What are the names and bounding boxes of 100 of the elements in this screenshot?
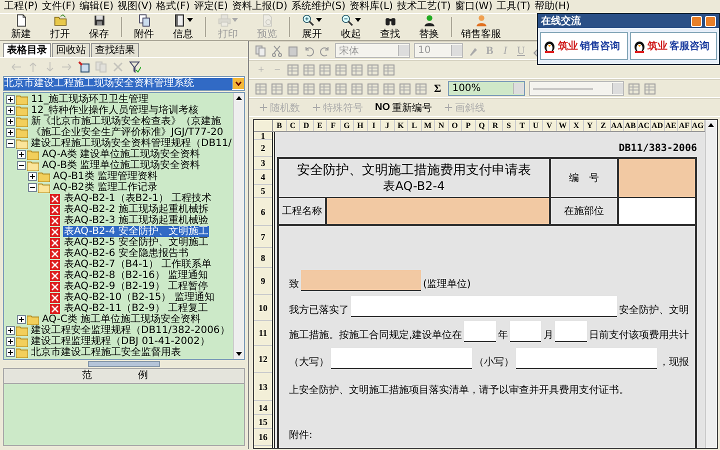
menu-item[interactable]: 资料库(L) (348, 0, 394, 13)
grid-icon[interactable] (319, 82, 331, 94)
tool-button[interactable]: NO 重新编号 (371, 100, 436, 114)
expander-icon[interactable] (6, 337, 15, 346)
expander-icon[interactable] (6, 326, 15, 335)
toolbar-button[interactable]: 展开 (293, 14, 331, 40)
tree-item[interactable]: 表AQ-B2-9（B2-19） 工程暂停 (63, 281, 209, 292)
tree-item[interactable]: AQ-B1类 监理管理资料 (52, 171, 158, 182)
line-style-select[interactable] (529, 81, 624, 96)
form-text: 我方已落实了 (289, 305, 349, 317)
tree-item[interactable]: 建设工程施工现场安全资料管理规程（DB11/ (30, 138, 233, 149)
scrollbar[interactable] (705, 120, 717, 448)
grid-icon[interactable] (383, 82, 395, 94)
expander-icon[interactable] (6, 117, 15, 126)
tree-item[interactable]: 建设工程安全监理规程（DB11/382-2006） (30, 325, 231, 336)
toolbar-button[interactable]: 信息 (164, 14, 202, 40)
expander-icon[interactable] (6, 95, 15, 104)
menu-item[interactable]: 帮助(H) (533, 0, 571, 13)
grid-icon[interactable] (303, 64, 316, 76)
expander-icon[interactable] (28, 172, 37, 181)
border-icon[interactable] (628, 82, 640, 94)
grid-icon[interactable] (351, 64, 364, 76)
tab[interactable]: 回收站 (52, 43, 90, 57)
grid-icon[interactable] (255, 82, 267, 94)
close-button[interactable] (705, 16, 716, 26)
toolbar-button[interactable]: 附件 (125, 14, 163, 40)
tree-item[interactable]: 表AQ-B2-10（B2-15） 监理通知 (63, 292, 216, 303)
expander-icon[interactable] (17, 315, 26, 324)
tree-item[interactable]: 新《北京市施工现场安全检查表》（京建施 (30, 116, 222, 127)
menu-item[interactable]: 格式(F) (155, 0, 191, 13)
tree-item[interactable]: AQ-A类 建设单位施工现场安全资料 (41, 149, 202, 160)
toolbar-button[interactable]: 查找 (371, 14, 409, 40)
tab[interactable]: 查找结果 (91, 43, 139, 57)
filter-icon[interactable] (129, 60, 141, 72)
grid-icon[interactable] (287, 82, 299, 94)
menu-item[interactable]: 资料上报(D) (230, 0, 288, 13)
grid-icon[interactable] (415, 82, 427, 94)
tree-item[interactable]: 建设工程监理规程（DBJ 01-41-2002） (30, 336, 211, 347)
chat-button[interactable]: 筑业 客服咨询 (630, 32, 717, 60)
scrollbar[interactable] (233, 93, 244, 359)
expander-icon[interactable] (28, 183, 37, 192)
menu-item[interactable]: 技术工艺(T) (396, 0, 452, 13)
tree-item[interactable]: 表AQ-B2-4 安全防护、文明施工 (63, 226, 210, 237)
grid-icon[interactable] (367, 64, 380, 76)
menu-item[interactable]: 工具(T) (496, 0, 532, 13)
chat-button[interactable]: 筑业 销售咨询 (540, 32, 628, 60)
expander-icon[interactable] (6, 139, 15, 148)
expander-icon[interactable] (6, 106, 15, 115)
toolbar-button[interactable]: 新建 (2, 14, 40, 40)
expander-icon[interactable] (6, 128, 15, 137)
tree-item[interactable]: 12_特种作业操作人员管理与培训考核 (30, 105, 200, 116)
tree-item[interactable]: 《施工企业安全生产评价标准》JGJ/T77-20 (30, 127, 224, 138)
grid-icon[interactable] (287, 64, 300, 76)
tree-item[interactable]: 北京市建设工程施工安全监督用表 (30, 347, 182, 358)
grid-icon[interactable] (351, 82, 363, 94)
zoom-select[interactable]: 100% (448, 81, 526, 96)
tree-item[interactable]: 表AQ-B2-2 施工现场起重机械拆 (63, 204, 210, 215)
tree-item[interactable]: 表AQ-B2-7（B4-1） 工作联系单 (63, 259, 213, 270)
toolbar-button[interactable]: 替换 (410, 14, 448, 40)
grid-icon[interactable] (383, 64, 396, 76)
grid-icon[interactable] (335, 64, 348, 76)
tab[interactable]: 表格目录 (3, 43, 51, 57)
tree-item[interactable]: 表AQ-B2-5 安全防护、文明施工 (63, 237, 210, 248)
zoom-out-icon (341, 14, 354, 26)
column-header: F (327, 120, 340, 131)
tree-item[interactable]: 表AQ-B2-6 安全隐患报告书 (63, 248, 190, 259)
sum-button[interactable]: Σ (431, 82, 444, 94)
grid-icon[interactable] (399, 82, 411, 94)
toolbar-button[interactable]: 打开 (41, 14, 79, 40)
tree-item[interactable]: 表AQ-B2-3 施工现场起重机械验 (63, 215, 210, 226)
tree-item[interactable]: 表AQ-B2-1（表B2-1） 工程技术 (63, 193, 213, 204)
minimize-button[interactable] (691, 16, 702, 26)
add-table-icon[interactable] (78, 60, 90, 72)
grid-icon[interactable] (367, 82, 379, 94)
tree-item[interactable]: AQ-C类 施工单位施工现场安全资料 (41, 314, 202, 325)
expander-icon[interactable] (6, 348, 15, 357)
menu-item[interactable]: 系统维护(S) (290, 0, 347, 13)
menu-item[interactable]: 视图(V) (116, 0, 154, 13)
grid-icon[interactable] (335, 82, 347, 94)
menu-item[interactable]: 文件(F) (40, 0, 76, 13)
tree-item[interactable]: 11_施工现场环卫卫生管理 (30, 94, 150, 105)
menu-item[interactable]: 工程(P) (3, 0, 39, 13)
border-icon[interactable] (644, 82, 656, 94)
grid-icon[interactable] (271, 82, 283, 94)
tree-item[interactable]: 表AQ-B2-8（B2-16） 监理通知 (63, 270, 209, 281)
tree-item[interactable]: AQ-B类 监理单位施工现场安全资料 (41, 160, 202, 171)
tree-item[interactable]: 表AQ-B2-11（B2-9） 工程复工 (63, 303, 209, 314)
menu-item[interactable]: 编辑(E) (78, 0, 115, 13)
tree-item[interactable]: AQ-B2类 监理工作记录 (52, 182, 158, 193)
splitter-handle[interactable] (88, 361, 160, 367)
toolbar-button[interactable]: 收起 (332, 14, 370, 40)
grid-icon[interactable] (319, 64, 332, 76)
expander-icon[interactable] (17, 150, 26, 159)
menu-item[interactable]: 窗口(W) (454, 0, 494, 13)
form-icon (49, 248, 61, 258)
expander-icon[interactable] (17, 161, 26, 170)
menu-item[interactable]: 评定(E) (192, 0, 229, 13)
toolbar-button[interactable]: 保存 (80, 14, 118, 40)
toolbar-button[interactable]: 销售客服 (455, 14, 507, 40)
grid-icon[interactable] (303, 82, 315, 94)
